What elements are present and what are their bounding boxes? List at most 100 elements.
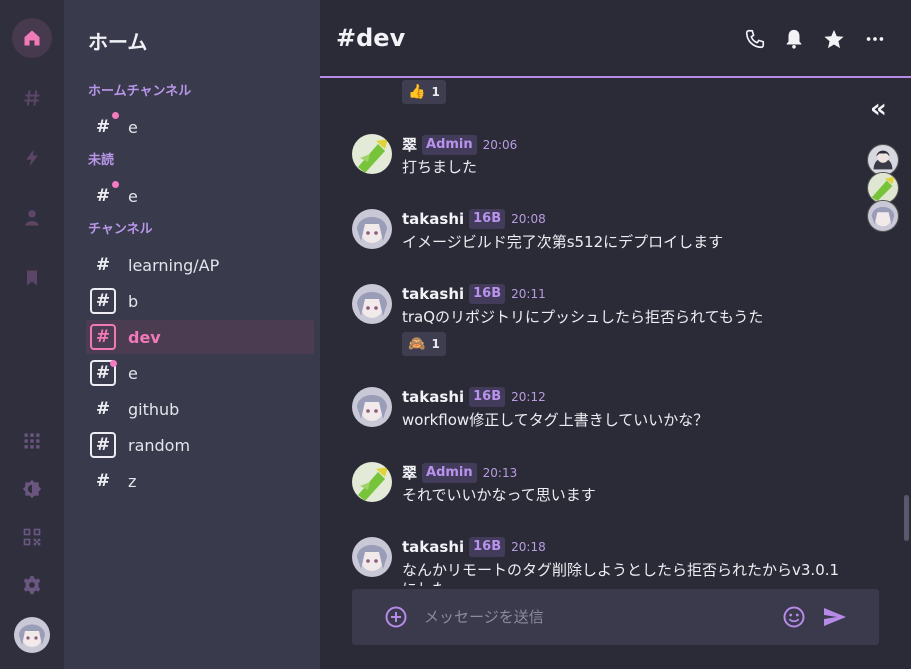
username[interactable]: takashi bbox=[402, 285, 464, 303]
timestamp: 20:11 bbox=[511, 287, 546, 301]
unread-dot bbox=[110, 360, 117, 367]
section-unread[interactable]: 未読 bbox=[88, 149, 114, 168]
avatar[interactable] bbox=[352, 387, 392, 427]
main-panel: #dev « 👍 1 翠 Admin 20:06 打ちました takashi 1… bbox=[320, 0, 911, 669]
message-text: workflow修正してタグ上書きしていいかな？ bbox=[402, 411, 709, 429]
hash-icon[interactable] bbox=[12, 78, 52, 118]
avatar[interactable] bbox=[352, 462, 392, 502]
hash-icon: # bbox=[95, 471, 111, 491]
grade-badge: Admin bbox=[422, 462, 477, 483]
message-text: なんかリモートのタグ削除しようとしたら拒否られたからv3.0.1 bbox=[402, 561, 840, 579]
channel-sidebar: ホーム ホームチャンネル # e 未読 # e チャンネル # learning… bbox=[64, 0, 320, 669]
home-icon[interactable] bbox=[12, 18, 52, 58]
channel-name: e bbox=[128, 117, 138, 137]
grade-badge: 16B bbox=[469, 209, 506, 229]
channel-item-unread-e[interactable]: # e bbox=[86, 179, 314, 213]
channel-name: dev bbox=[128, 327, 161, 347]
grade-badge: 16B bbox=[469, 537, 506, 557]
timestamp: 20:18 bbox=[511, 540, 546, 554]
message-text: traQのリポジトリにプッシュしたら拒否られてもうた bbox=[402, 308, 764, 326]
channel-item-home-e[interactable]: # e bbox=[86, 110, 314, 144]
hash-icon: # bbox=[90, 112, 119, 140]
message-meta: 翠 Admin 20:06 bbox=[402, 134, 517, 155]
lightning-icon[interactable] bbox=[12, 138, 52, 178]
avatar[interactable] bbox=[352, 209, 392, 249]
phone-icon[interactable] bbox=[743, 27, 767, 51]
stamp-reaction[interactable]: 🙈 1 bbox=[402, 332, 446, 356]
avatar[interactable] bbox=[352, 284, 392, 324]
channel-item-e[interactable]: # e bbox=[86, 356, 314, 390]
timestamp: 20:06 bbox=[482, 137, 518, 152]
username[interactable]: 翠 bbox=[402, 134, 417, 155]
channel-header: #dev bbox=[320, 0, 911, 78]
channel-item-random[interactable]: # random bbox=[86, 428, 314, 462]
thumbs-up-icon: 👍 bbox=[408, 84, 426, 100]
person-icon[interactable] bbox=[12, 198, 52, 238]
section-home-channels[interactable]: ホームチャンネル bbox=[88, 80, 191, 99]
channel-name: e bbox=[128, 186, 138, 206]
bell-icon[interactable] bbox=[782, 27, 806, 51]
username[interactable]: 翠 bbox=[402, 462, 417, 483]
timestamp: 20:13 bbox=[482, 465, 518, 480]
theme-icon[interactable] bbox=[12, 469, 52, 509]
scrollbar[interactable] bbox=[904, 495, 909, 541]
hash-box-icon: # bbox=[90, 432, 116, 458]
channel-item-b[interactable]: # b bbox=[86, 284, 314, 318]
hash-icon: # bbox=[95, 255, 111, 275]
avatar[interactable] bbox=[352, 134, 392, 174]
message-meta: takashi 16B 20:08 bbox=[402, 209, 546, 229]
message-input-box[interactable]: メッセージを送信 bbox=[352, 589, 879, 645]
username[interactable]: takashi bbox=[402, 388, 464, 406]
app-window: ホーム ホームチャンネル # e 未読 # e チャンネル # learning… bbox=[0, 0, 911, 669]
channel-item-github[interactable]: # github bbox=[86, 392, 314, 426]
channel-name: e bbox=[128, 363, 138, 383]
message-meta: takashi 16B 20:18 bbox=[402, 537, 546, 557]
stamp-emoji-icon: 🙈 bbox=[408, 336, 426, 352]
more-icon[interactable] bbox=[863, 27, 887, 51]
collapse-sidebar-icon[interactable]: « bbox=[870, 96, 896, 123]
hash-icon: # bbox=[95, 399, 111, 419]
channel-name: learning/AP bbox=[128, 255, 220, 275]
section-channels[interactable]: チャンネル bbox=[88, 218, 153, 237]
settings-icon[interactable] bbox=[12, 565, 52, 605]
channel-title: #dev bbox=[336, 24, 405, 52]
user-avatar[interactable] bbox=[14, 617, 50, 653]
viewer-avatar[interactable] bbox=[867, 200, 899, 232]
message-text: イメージビルド完了次第s512にデプロイします bbox=[402, 233, 724, 251]
send-icon[interactable] bbox=[822, 605, 848, 629]
grade-badge: Admin bbox=[422, 134, 477, 155]
stamp-reaction[interactable]: 👍 1 bbox=[402, 80, 446, 104]
username[interactable]: takashi bbox=[402, 210, 464, 228]
message-text-continued: にした bbox=[402, 578, 447, 586]
grade-badge: 16B bbox=[469, 284, 506, 304]
hash-icon: # bbox=[90, 181, 119, 209]
hash-box-icon: # bbox=[90, 360, 117, 386]
qr-code-icon[interactable] bbox=[12, 517, 52, 557]
stamp-count: 1 bbox=[431, 337, 440, 351]
avatar[interactable] bbox=[352, 537, 392, 577]
star-icon[interactable] bbox=[822, 27, 846, 51]
channel-hash: # bbox=[336, 24, 357, 52]
apps-grid-icon[interactable] bbox=[12, 421, 52, 461]
bookmark-icon[interactable] bbox=[12, 258, 52, 298]
channel-item-z[interactable]: # z bbox=[86, 464, 314, 498]
channel-title-text: dev bbox=[356, 24, 406, 52]
navigation-rail bbox=[0, 0, 64, 669]
grade-badge: 16B bbox=[469, 387, 506, 407]
unread-dot bbox=[112, 112, 119, 119]
emoji-icon[interactable] bbox=[782, 605, 806, 629]
unread-dot bbox=[112, 181, 119, 188]
sidebar-title: ホーム bbox=[88, 30, 148, 54]
timestamp: 20:08 bbox=[511, 212, 546, 226]
channel-item-learning-ap[interactable]: # learning/AP bbox=[86, 248, 314, 282]
message-clip: takashi 16B 20:18 なんかリモートのタグ削除しようとしたら拒否ら… bbox=[320, 500, 911, 586]
channel-name: random bbox=[128, 435, 191, 455]
channel-name: github bbox=[128, 399, 180, 419]
message-input[interactable]: メッセージを送信 bbox=[424, 606, 544, 627]
channel-name: z bbox=[128, 471, 137, 491]
channel-item-dev[interactable]: # dev bbox=[86, 320, 314, 354]
username[interactable]: takashi bbox=[402, 538, 464, 556]
add-attachment-icon[interactable] bbox=[384, 605, 408, 629]
channel-name: b bbox=[128, 291, 139, 311]
timestamp: 20:12 bbox=[511, 390, 546, 404]
